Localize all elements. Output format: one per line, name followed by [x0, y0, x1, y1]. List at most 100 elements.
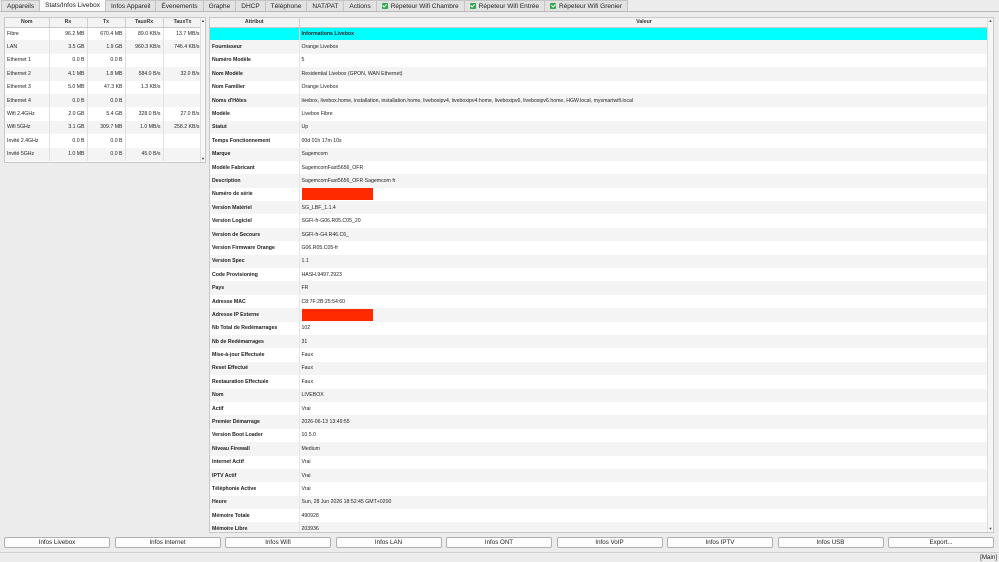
table-cell: 3.5 GB — [49, 40, 88, 54]
infos-table-scrollbar[interactable]: ▲ ▼ — [987, 18, 993, 532]
tab-graphe[interactable]: Graphe — [202, 0, 237, 11]
infos-voip-button[interactable]: Infos VoIP — [556, 537, 663, 548]
table-row[interactable]: Nom Familier Orange Livebox — [210, 80, 989, 94]
infos-usb-button[interactable]: Infos USB — [777, 537, 884, 548]
attribute-cell: IPTV Actif — [210, 468, 300, 483]
table-row[interactable]: Heure Sun, 28 Jun 2026 18:52:45 GMT+0200 — [210, 495, 989, 510]
table-row[interactable]: Mise-à-jour Effectuée Faux — [210, 348, 989, 362]
attribute-cell: Reset Effectué — [210, 361, 300, 376]
tab-dhcp[interactable]: DHCP — [235, 0, 266, 11]
table-row[interactable]: Nb de Redémarrages 31 — [210, 334, 989, 349]
infos-lan-button[interactable]: Infos LAN — [335, 537, 442, 548]
tab-evenements[interactable]: Évenements — [155, 0, 204, 11]
table-cell: 47.3 KB — [87, 80, 126, 94]
table-row[interactable]: Nom Modèle Residential Livebox (GPON, WAN… — [210, 67, 989, 81]
attribute-cell: Noms d'Hôtes — [210, 93, 300, 108]
tab-repeteur-wifi-grenier[interactable]: Répeteur Wifi Grenier — [544, 0, 628, 11]
table-row[interactable]: Code Provisioning HASH.9497.2923 — [210, 268, 989, 282]
section-header-row[interactable]: Informations Livebox — [210, 27, 989, 41]
column-header-rx[interactable]: Rx — [49, 18, 88, 28]
table-row[interactable]: Ethernet 4 0.0 B 0.0 B — [5, 93, 203, 108]
table-row[interactable]: Modèle Livebox Fibre — [210, 107, 989, 121]
checkbox-checked-icon[interactable] — [469, 3, 476, 9]
tab-infos-appareil[interactable]: Infos Appareil — [105, 0, 157, 11]
table-row[interactable]: Statut Up — [210, 120, 989, 135]
table-row[interactable]: Wifi 2.4GHz 2.0 GB 5.4 GB 328.0 B/s 27.0 B/s — [5, 107, 203, 121]
table-row[interactable]: LAN 3.5 GB 1.9 GB 960.3 KB/s 746.4 KB/s — [5, 40, 203, 54]
table-row[interactable]: Invité 2.4GHz 0.0 B 0.0 B — [5, 134, 203, 148]
table-row[interactable]: Version Logiciel SGFI-fr-G06.R05.C05_20 — [210, 214, 989, 228]
table-row[interactable]: Nb Total de Redémarrages 102 — [210, 321, 989, 335]
table-row[interactable]: Numéro Modèle 5 — [210, 53, 989, 68]
stats-table-scrollbar[interactable]: ▲ ▼ — [200, 18, 205, 162]
table-row[interactable]: Mémoire Libre 203936 — [210, 522, 989, 532]
table-row[interactable]: Marque Sagemcom — [210, 147, 989, 161]
table-row[interactable]: Ethernet 3 5.0 MB 47.3 KB 1.3 KB/s — [5, 80, 203, 94]
table-row[interactable]: Temps Fonctionnement 00d 01h 17m 10s — [210, 134, 989, 148]
column-header-valeur[interactable]: Valeur — [299, 18, 990, 28]
table-row[interactable]: Nom LIVEBOX — [210, 388, 989, 402]
scroll-down-icon[interactable]: ▼ — [201, 156, 205, 161]
table-row[interactable]: Ethernet 2 4.1 MB 1.8 MB 584.0 B/s 32.0 B/s — [5, 67, 203, 81]
table-row[interactable]: Version Matériel SG_LBF_1.1.4 — [210, 201, 989, 215]
tab-label: Évenements — [161, 2, 198, 10]
tab-actions[interactable]: Actions — [343, 0, 377, 11]
table-row[interactable]: Internet Actif Vrai — [210, 455, 989, 469]
infos-wifi-button[interactable]: Infos Wifi — [225, 537, 331, 548]
attribute-cell: Premier Démarrage — [210, 415, 300, 429]
table-row[interactable]: Numéro de série — [210, 187, 989, 202]
table-row[interactable]: Version Spec 1.1 — [210, 254, 989, 269]
table-row[interactable]: Pays FR — [210, 281, 989, 295]
table-row[interactable]: Adresse IP Externe — [210, 308, 989, 322]
table-row[interactable]: Adresse MAC C8:7F:2B:25:54:60 — [210, 294, 989, 309]
tab-repeteur-wifi-chambre[interactable]: Répeteur Wifi Chambre — [375, 0, 465, 11]
table-row[interactable]: Description SagemcomFast5656_OFR Sagemcom… — [210, 174, 989, 188]
export-button[interactable]: Export... — [888, 537, 994, 548]
table-row[interactable]: Téléphonie Active Vrai — [210, 482, 989, 496]
table-row[interactable]: Actif Vrai — [210, 401, 989, 416]
table-row[interactable]: Fibre 96.2 MB 670.4 MB 89.0 KB/s 13.7 MB/s — [5, 27, 203, 41]
table-row[interactable]: Noms d'Hôtes livebox, livebox.home, insta… — [210, 93, 989, 108]
infos-livebox-button[interactable]: Infos Livebox — [4, 537, 110, 548]
scroll-up-icon[interactable]: ▲ — [201, 18, 205, 23]
table-row[interactable]: Ethernet 1 0.0 B 0.0 B — [5, 53, 203, 68]
column-header-nom[interactable]: Nom — [5, 18, 50, 28]
value-cell: Orange Livebox — [301, 84, 339, 91]
table-cell: 5.4 GB — [87, 107, 126, 121]
table-row[interactable]: Version Firmware Orange G06.R05.C05-fr — [210, 241, 989, 255]
column-header-tauxtx[interactable]: TauxTx — [163, 18, 203, 28]
table-cell: 96.2 MB — [49, 27, 88, 41]
attribute-cell: Code Provisioning — [210, 268, 300, 282]
table-row[interactable]: Wifi 5GHz 3.1 GB 309.7 MB 1.0 MB/s 258.2 KB/… — [5, 120, 203, 135]
table-row[interactable]: Reset Effectué Faux — [210, 361, 989, 376]
table-cell: 2.0 GB — [49, 107, 88, 121]
scroll-down-icon[interactable]: ▼ — [988, 526, 993, 531]
infos-iptv-button[interactable]: Infos IPTV — [667, 537, 773, 548]
checkbox-checked-icon[interactable] — [550, 3, 556, 9]
table-row[interactable]: Invité 5GHz 1.0 MB 0.0 B 45.0 B/s — [5, 147, 203, 161]
table-row[interactable]: Version Boot Loader 10.5.0 — [210, 428, 989, 443]
table-row[interactable]: Mémoire Totale 490928 — [210, 509, 989, 523]
scroll-up-icon[interactable]: ▲ — [988, 18, 993, 23]
infos-internet-button[interactable]: Infos Internet — [114, 537, 221, 548]
column-header-attribut[interactable]: Attribut — [210, 18, 300, 28]
table-row[interactable]: IPTV Actif Vrai — [210, 468, 989, 483]
column-header-tauxrx[interactable]: TauxRx — [125, 18, 164, 28]
column-header-tx[interactable]: Tx — [87, 18, 126, 28]
infos-ont-button[interactable]: Infos ONT — [446, 537, 552, 548]
value-cell: Vrai — [301, 459, 311, 466]
attribute-cell: Adresse MAC — [210, 294, 300, 309]
table-row[interactable]: Modèle Fabricant SagemcomFast5656_OFR — [210, 160, 989, 175]
table-row[interactable]: Version de Secours SGFI-fr-G4.R46.C6_ — [210, 227, 989, 242]
table-row[interactable]: Fournisseur Orange Livebox — [210, 40, 989, 54]
tab-nat-pat[interactable]: NAT/PAT — [306, 0, 345, 11]
tab-appareils[interactable]: Appareils — [1, 0, 41, 11]
tab-stats-infos-livebox[interactable]: Stats/Infos Livebox — [39, 0, 107, 11]
tab-repeteur-wifi-entree[interactable]: Répeteur Wifi Entrée — [463, 0, 545, 11]
table-row[interactable]: Niveau Firewall Medium — [210, 442, 989, 456]
value-cell: LIVEBOX — [299, 388, 989, 402]
table-row[interactable]: Restauration Effectuée Faux — [210, 375, 989, 389]
tab-telephone[interactable]: Téléphone — [264, 0, 308, 11]
checkbox-checked-icon[interactable] — [381, 3, 388, 9]
table-row[interactable]: Premier Démarrage 2026-06-13 13:49:55 — [210, 415, 989, 429]
